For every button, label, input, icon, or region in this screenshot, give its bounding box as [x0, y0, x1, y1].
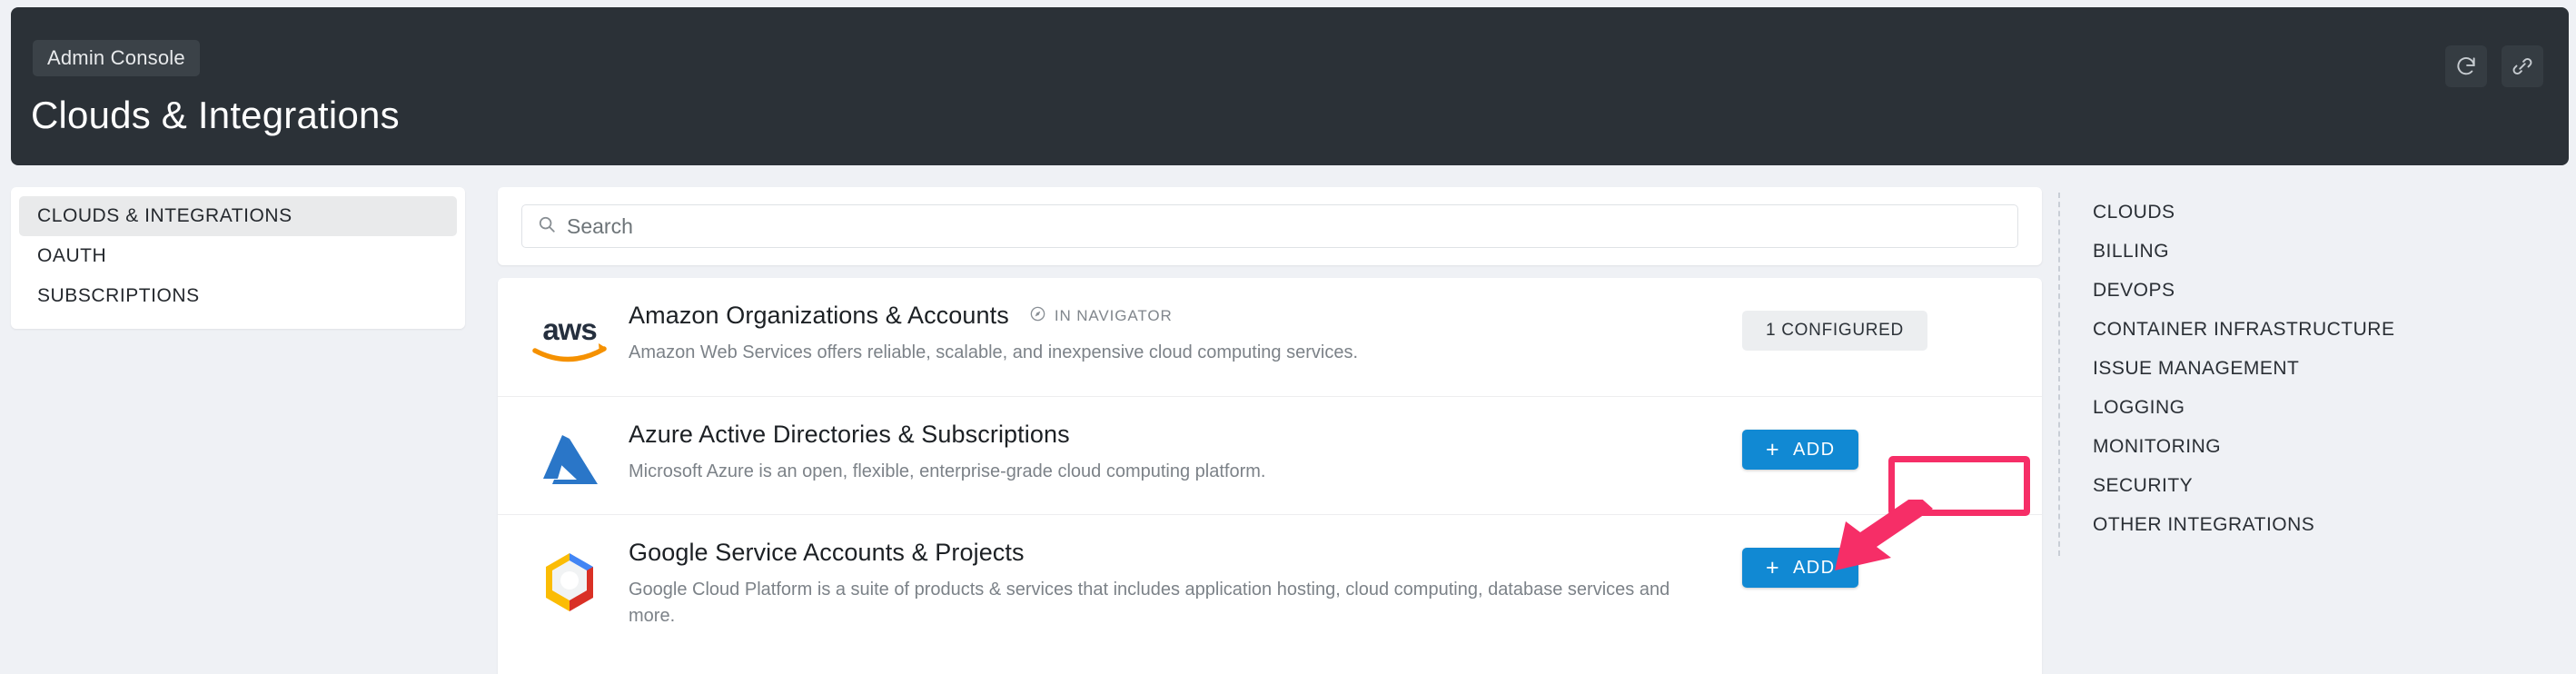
status-badge: IN NAVIGATOR	[1029, 305, 1173, 327]
plus-icon: +	[1766, 557, 1780, 580]
category-label: CONTAINER INFRASTRUCTURE	[2093, 319, 2394, 341]
add-button-label: ADD	[1793, 558, 1835, 579]
category-nav-item-clouds[interactable]: CLOUDS	[2093, 193, 2549, 232]
integration-title: Azure Active Directories & Subscriptions	[629, 421, 1070, 449]
search-input[interactable]: Search	[567, 214, 633, 239]
integration-description: Amazon Web Services offers reliable, sca…	[629, 340, 1700, 366]
integration-row-aws[interactable]: aws Amazon Organizations & Accounts IN N…	[498, 278, 2042, 396]
header-actions	[2445, 45, 2543, 87]
category-nav-item-issue-management[interactable]: ISSUE MANAGEMENT	[2093, 349, 2549, 388]
category-label: OTHER INTEGRATIONS	[2093, 514, 2314, 536]
category-label: ISSUE MANAGEMENT	[2093, 358, 2299, 380]
search-card: Search	[498, 187, 2042, 265]
category-label: BILLING	[2093, 241, 2169, 263]
integrations-list: aws Amazon Organizations & Accounts IN N…	[498, 278, 2042, 674]
category-nav-item-devops[interactable]: DEVOPS	[2093, 271, 2549, 310]
category-nav-item-security[interactable]: SECURITY	[2093, 466, 2549, 505]
category-label: MONITORING	[2093, 436, 2221, 458]
integration-action: + ADD	[1742, 539, 2042, 588]
integration-description: Google Cloud Platform is a suite of prod…	[629, 577, 1700, 629]
sidebar-item-label: SUBSCRIPTIONS	[37, 285, 200, 307]
sidebar-item-label: OAUTH	[37, 245, 106, 267]
category-label: SECURITY	[2093, 475, 2193, 497]
integration-title: Amazon Organizations & Accounts	[629, 302, 1009, 330]
add-button-label: ADD	[1793, 440, 1835, 461]
sidebar-item-clouds-integrations[interactable]: CLOUDS & INTEGRATIONS	[19, 196, 457, 236]
add-azure-button[interactable]: + ADD	[1742, 430, 1858, 470]
refresh-button[interactable]	[2445, 45, 2487, 87]
link-icon	[2511, 55, 2534, 78]
search-field-wrapper[interactable]: Search	[521, 204, 2018, 248]
add-google-button[interactable]: + ADD	[1742, 548, 1858, 588]
refresh-icon	[2454, 55, 2478, 78]
app-header: Admin Console Clouds & Integrations	[11, 7, 2569, 165]
azure-logo	[510, 421, 629, 490]
sidebar-item-oauth[interactable]: OAUTH	[19, 236, 457, 276]
sidebar: CLOUDS & INTEGRATIONS OAUTH SUBSCRIPTION…	[11, 187, 465, 329]
svg-text:aws: aws	[542, 312, 596, 346]
breadcrumb[interactable]: Admin Console	[33, 40, 200, 76]
category-label: DEVOPS	[2093, 280, 2175, 302]
integration-title: Google Service Accounts & Projects	[629, 539, 1025, 567]
configured-count-button[interactable]: 1 CONFIGURED	[1742, 311, 1927, 351]
aws-logo: aws	[510, 302, 629, 365]
category-nav-item-logging[interactable]: LOGGING	[2093, 388, 2549, 427]
category-label: LOGGING	[2093, 397, 2185, 419]
category-nav-item-monitoring[interactable]: MONITORING	[2093, 427, 2549, 466]
integration-row-azure[interactable]: Azure Active Directories & Subscriptions…	[498, 396, 2042, 514]
compass-icon	[1029, 305, 1046, 327]
category-nav: CLOUDS BILLING DEVOPS CONTAINER INFRASTR…	[2058, 193, 2549, 556]
page-title: Clouds & Integrations	[31, 94, 400, 137]
category-label: CLOUDS	[2093, 202, 2175, 223]
category-nav-item-other-integrations[interactable]: OTHER INTEGRATIONS	[2093, 505, 2549, 544]
copy-link-button[interactable]	[2502, 45, 2543, 87]
search-icon	[537, 214, 557, 239]
integration-body: Amazon Organizations & Accounts IN NAVIG…	[629, 302, 1742, 366]
sidebar-item-subscriptions[interactable]: SUBSCRIPTIONS	[19, 276, 457, 316]
integration-action: 1 CONFIGURED	[1742, 302, 2042, 351]
integration-action: + ADD	[1742, 421, 2042, 470]
google-cloud-logo	[510, 539, 629, 615]
integration-body: Google Service Accounts & Projects Googl…	[629, 539, 1742, 629]
category-nav-item-billing[interactable]: BILLING	[2093, 232, 2549, 271]
integration-description: Microsoft Azure is an open, flexible, en…	[629, 459, 1700, 485]
integration-row-google[interactable]: Google Service Accounts & Projects Googl…	[498, 514, 2042, 632]
status-badge-label: IN NAVIGATOR	[1055, 307, 1173, 325]
integration-body: Azure Active Directories & Subscriptions…	[629, 421, 1742, 485]
sidebar-item-label: CLOUDS & INTEGRATIONS	[37, 205, 292, 227]
plus-icon: +	[1766, 439, 1780, 461]
category-nav-item-container-infrastructure[interactable]: CONTAINER INFRASTRUCTURE	[2093, 310, 2549, 349]
